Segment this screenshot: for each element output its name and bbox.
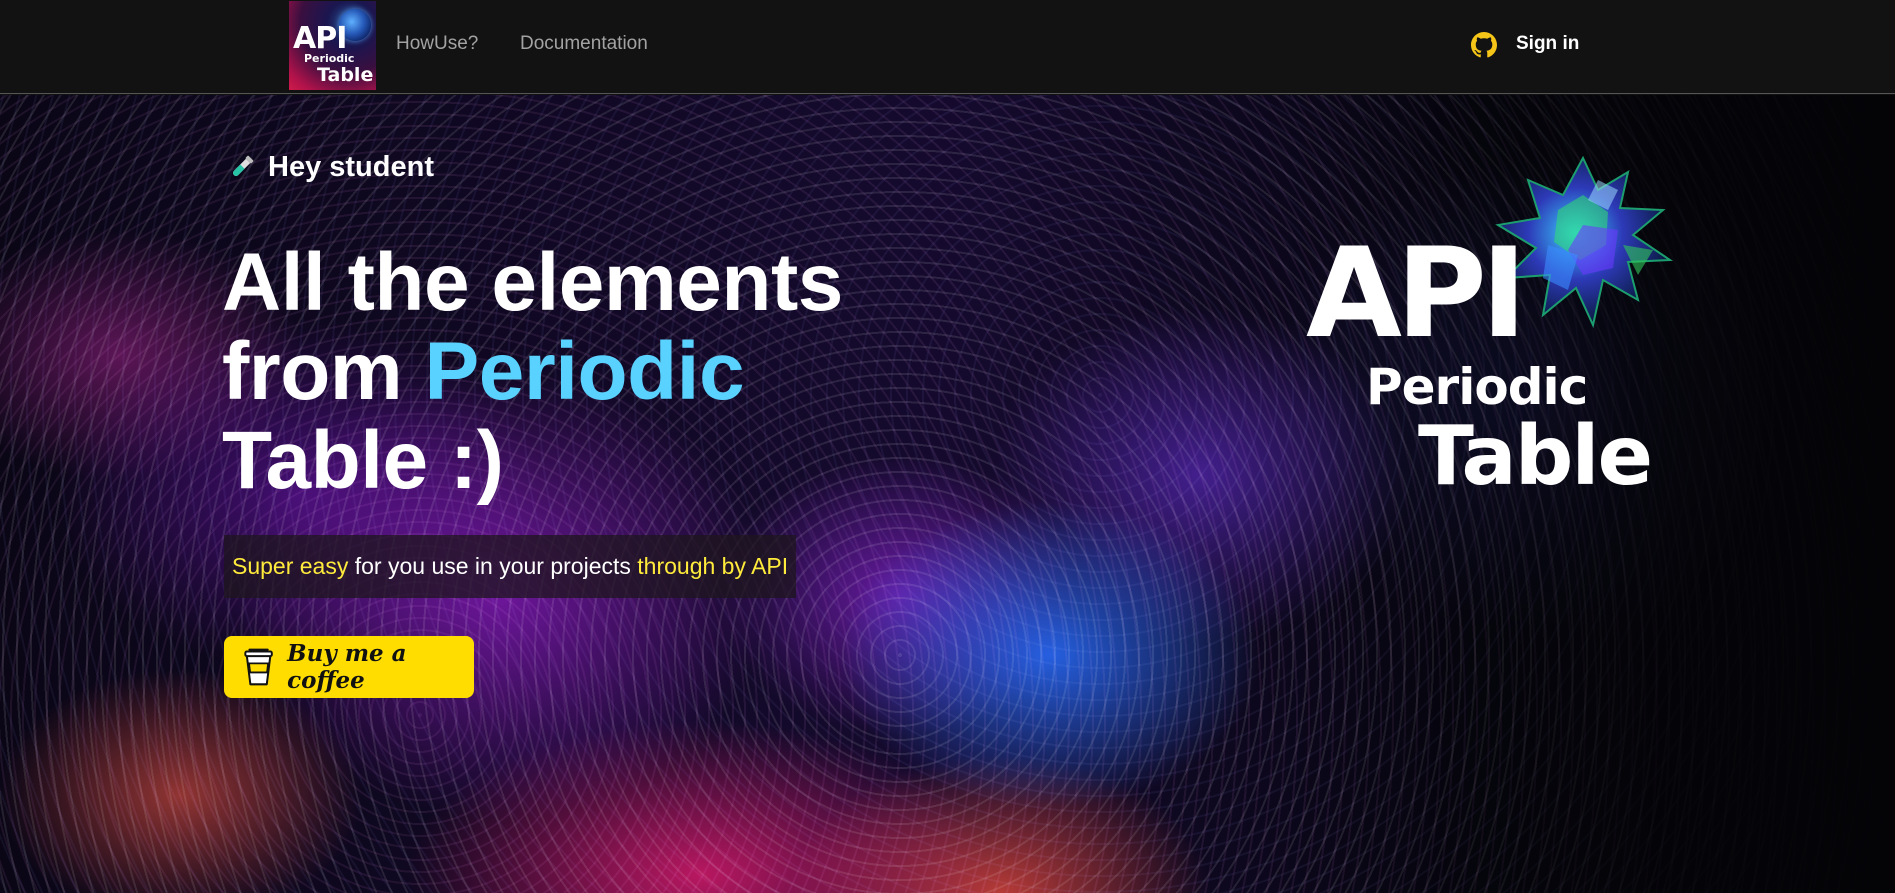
brand-text-periodic: Periodic (1366, 358, 1588, 416)
coffee-button-label: Buy me a coffee (287, 640, 407, 694)
nav-link-howuse[interactable]: HowUse? (396, 33, 478, 55)
hero-tagline: Super easy for you use in your projects … (224, 535, 797, 598)
tagline-highlight-2: through by API (637, 553, 789, 579)
buy-me-a-coffee-button[interactable]: Buy me a coffee (224, 636, 474, 698)
hero-headline: All the elements from Periodic Table :) (222, 238, 872, 505)
greeting: Hey student (226, 151, 434, 184)
greeting-text: Hey student (268, 151, 434, 183)
nav-link-documentation[interactable]: Documentation (520, 33, 648, 55)
brand-text-api: API (1306, 222, 1527, 366)
tagline-middle: for you use in your projects (348, 553, 638, 579)
tagline-highlight-1: Super easy (232, 553, 349, 579)
brand-text-table: Table (1418, 409, 1653, 504)
logo-text-api: API (293, 21, 347, 56)
headline-part3: Table :) (222, 415, 504, 506)
test-tube-icon (233, 155, 254, 176)
top-navbar: API Periodic Table HowUse? Documentation… (0, 0, 1895, 94)
sign-in-link[interactable]: Sign in (1516, 33, 1579, 55)
coffee-cup-icon (244, 648, 273, 686)
hero-brand-logo: API Periodic Table (1300, 150, 1680, 510)
headline-accent: Periodic (424, 326, 745, 417)
headline-part2: from (222, 326, 403, 417)
nav-logo[interactable]: API Periodic Table (289, 1, 376, 90)
logo-text-table: Table (317, 64, 374, 86)
headline-part1: All the elements (222, 237, 843, 328)
github-icon[interactable] (1471, 32, 1497, 58)
